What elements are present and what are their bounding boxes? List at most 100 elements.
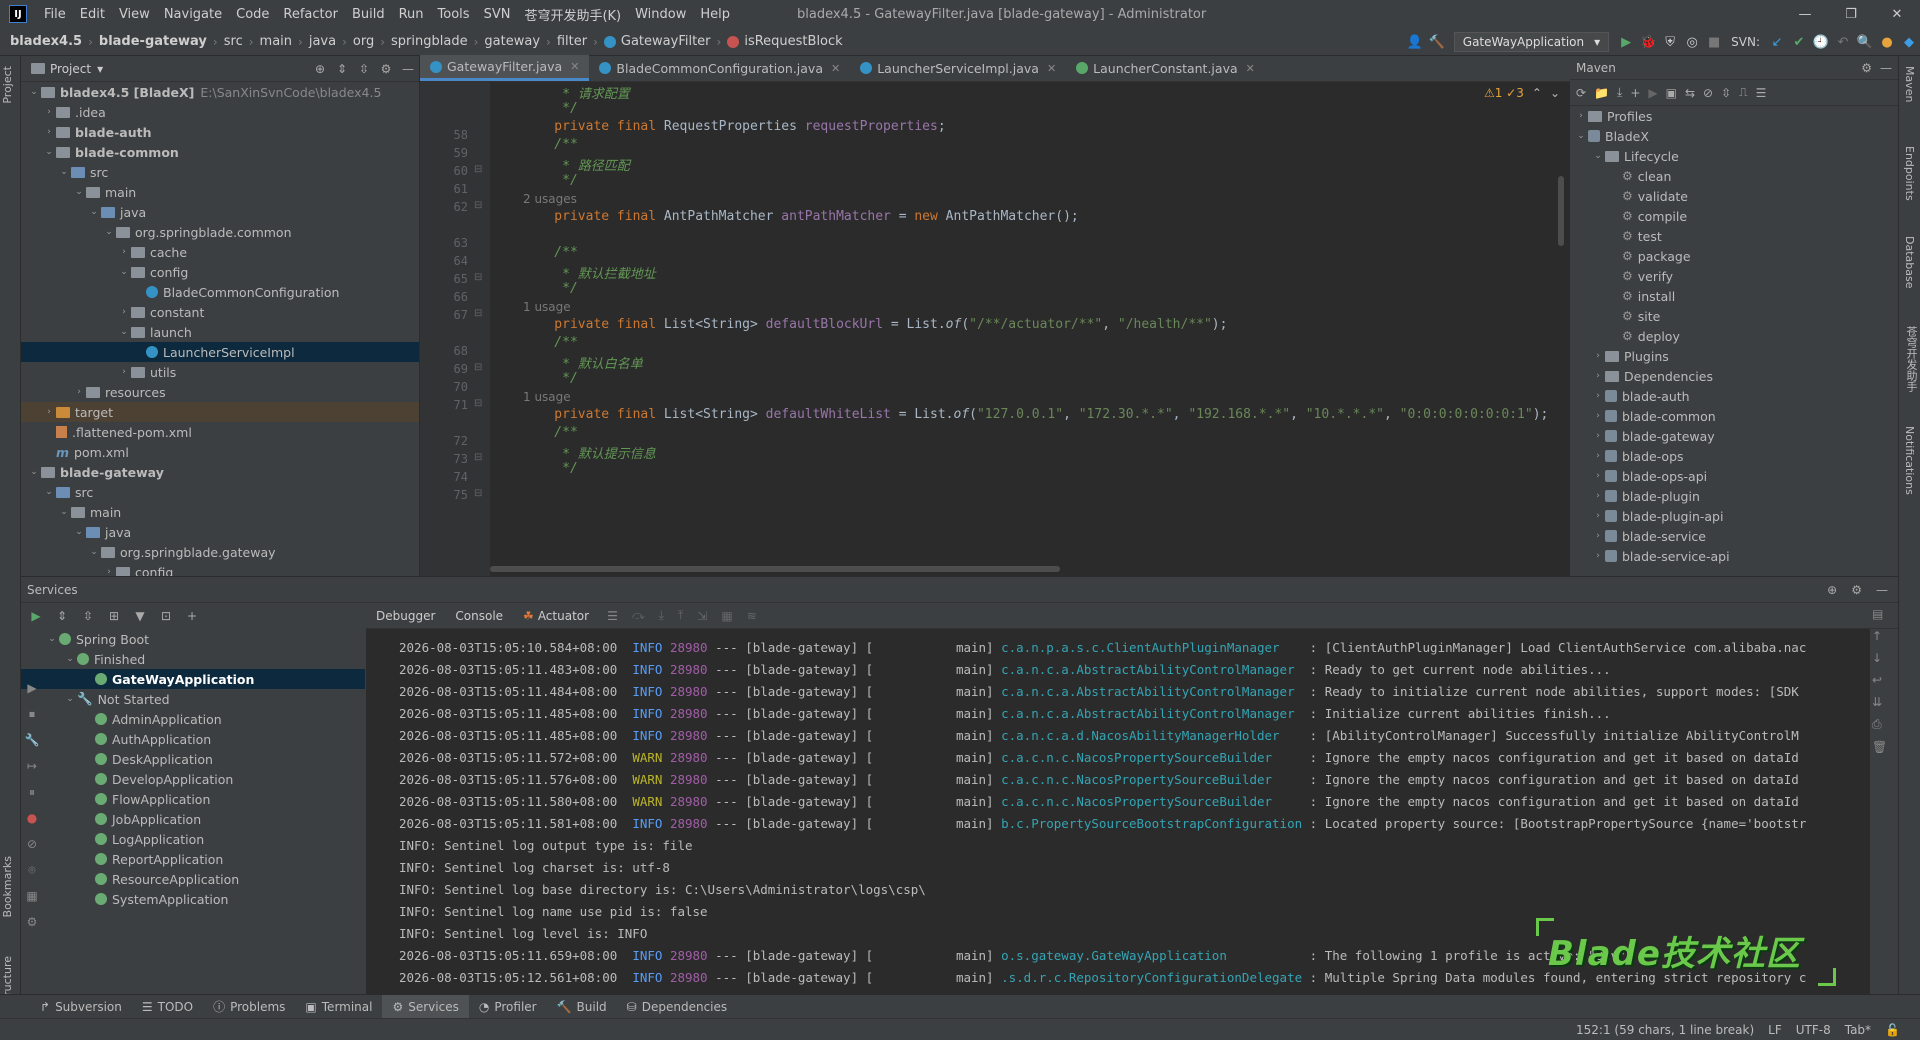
menu-item[interactable]: SVN xyxy=(477,7,518,22)
editor-tab[interactable]: LauncherConstant.java ✕ xyxy=(1066,55,1265,81)
layout-icon[interactable]: ▦ xyxy=(21,889,43,915)
maven-item[interactable]: › blade-ops xyxy=(1570,446,1898,466)
code-line[interactable]: */ xyxy=(523,371,578,386)
maven-item[interactable]: ⚙ validate xyxy=(1570,186,1898,206)
tree-item[interactable]: ⌄ java xyxy=(21,522,419,542)
menu-item[interactable]: Build xyxy=(345,7,392,22)
chevron-icon[interactable]: › xyxy=(1591,471,1605,481)
code-line[interactable]: */ xyxy=(523,461,578,476)
breadcrumb-item[interactable]: java xyxy=(309,34,336,49)
menu-item[interactable]: Navigate xyxy=(157,7,229,22)
tree-item[interactable]: › blade-auth xyxy=(21,122,419,142)
editor-tab[interactable]: GatewayFilter.java ✕ xyxy=(420,55,590,81)
breadcrumb-item[interactable]: filter xyxy=(557,34,587,49)
chevron-icon[interactable]: › xyxy=(42,407,56,417)
soft-wrap-icon[interactable]: ↩ xyxy=(1872,673,1892,687)
code-line[interactable]: * 路径匹配 xyxy=(523,155,630,174)
stop-icon[interactable]: ⏹ xyxy=(21,707,43,733)
update-icon[interactable]: ● xyxy=(1876,35,1898,50)
project-panel-title[interactable]: Project xyxy=(50,62,91,76)
add-icon[interactable]: + xyxy=(1630,86,1640,100)
maven-item[interactable]: › blade-service xyxy=(1570,526,1898,546)
close-icon[interactable]: ✕ xyxy=(1047,62,1056,75)
hide-icon[interactable]: — xyxy=(397,62,419,76)
chevron-icon[interactable]: ⌄ xyxy=(63,654,77,664)
locate-icon[interactable]: ⊕ xyxy=(309,62,331,76)
chevron-icon[interactable]: ⌄ xyxy=(117,267,131,277)
chevron-icon[interactable]: ⌄ xyxy=(42,147,56,157)
menu-item[interactable]: 苍穹开发助手(K) xyxy=(517,5,628,24)
bottom-tab[interactable]: ⓘ Problems xyxy=(203,995,295,1019)
step-into-icon[interactable]: ⤓ xyxy=(659,608,664,623)
service-item[interactable]: LogApplication xyxy=(21,829,365,849)
close-icon[interactable]: ✕ xyxy=(831,62,840,75)
download-icon[interactable]: ⤓ xyxy=(1617,85,1622,100)
tree-item[interactable]: › cache xyxy=(21,242,419,262)
skip-tests-icon[interactable]: ⊘ xyxy=(1703,86,1713,100)
chevron-icon[interactable]: › xyxy=(42,127,56,137)
usage-hint[interactable]: 2 usages xyxy=(523,192,577,206)
chevron-icon[interactable]: › xyxy=(1591,371,1605,381)
code-line[interactable]: /** xyxy=(523,137,578,152)
breakpoint-icon[interactable]: ● xyxy=(21,811,43,837)
code-line[interactable]: private final List<String> defaultWhiteL… xyxy=(523,407,1548,422)
service-item[interactable]: ⌄ Finished xyxy=(21,649,365,669)
chevron-icon[interactable]: › xyxy=(117,307,131,317)
tree-item[interactable]: › resources xyxy=(21,382,419,402)
menu-icon[interactable]: ☰ xyxy=(607,609,618,623)
tree-item[interactable]: › utils xyxy=(21,362,419,382)
history-icon[interactable]: 🕘 xyxy=(1810,35,1832,50)
chevron-icon[interactable]: › xyxy=(1591,451,1605,461)
chevron-icon[interactable]: ⌄ xyxy=(87,547,101,557)
print-icon[interactable]: ⎙ xyxy=(1872,717,1892,732)
chevron-icon[interactable]: ⌄ xyxy=(27,87,41,97)
usage-hint[interactable]: 1 usage xyxy=(523,390,571,404)
restore-icon[interactable]: ❐ xyxy=(1828,0,1874,28)
scroll-to-end-icon[interactable]: ⇊ xyxy=(1872,695,1892,709)
editor-tab[interactable]: LauncherServiceImpl.java ✕ xyxy=(850,55,1066,81)
maven-goal-icon[interactable]: ▣ xyxy=(1666,86,1677,100)
code-line[interactable]: * 默认白名单 xyxy=(523,353,643,372)
chevron-icon[interactable]: › xyxy=(1591,431,1605,441)
line-separator[interactable]: LF xyxy=(1768,1023,1782,1037)
service-item[interactable]: FlowApplication xyxy=(21,789,365,809)
maven-item[interactable]: ⌄ BladeX xyxy=(1570,126,1898,146)
rollback-icon[interactable]: ↶ xyxy=(1832,35,1854,50)
breadcrumb-item[interactable]: main xyxy=(260,34,292,49)
chevron-icon[interactable]: › xyxy=(1591,411,1605,421)
chevron-icon[interactable]: › xyxy=(42,107,56,117)
scroll-up-icon[interactable]: ↑ xyxy=(1872,629,1892,643)
maven-item[interactable]: › Dependencies xyxy=(1570,366,1898,386)
build-hammer-icon[interactable]: 🔨 xyxy=(1426,35,1448,50)
locate-icon[interactable]: ⊕ xyxy=(1827,583,1837,597)
cursor-position[interactable]: 152:1 (59 chars, 1 line break) xyxy=(1576,1023,1754,1037)
tree-item[interactable]: ⌄ blade-common xyxy=(21,142,419,162)
maven-item[interactable]: ⚙ site xyxy=(1570,306,1898,326)
tree-item[interactable]: ⌄ blade-gateway xyxy=(21,462,419,482)
maven-item[interactable]: ⚙ verify xyxy=(1570,266,1898,286)
breadcrumb-item[interactable]: GatewayFilter xyxy=(621,34,711,49)
user-icon[interactable]: 👤 xyxy=(1404,35,1426,50)
chevron-icon[interactable]: ⌄ xyxy=(57,507,71,517)
wrench-icon[interactable]: 🔧 xyxy=(21,733,43,759)
maven-item[interactable]: › blade-ops-api xyxy=(1570,466,1898,486)
tree-item[interactable]: ⌄ launch xyxy=(21,322,419,342)
add-folder-icon[interactable]: 📁 xyxy=(1594,86,1609,100)
chevron-icon[interactable]: ⌄ xyxy=(27,467,41,477)
chevron-icon[interactable]: › xyxy=(1591,491,1605,501)
editor-tab[interactable]: BladeCommonConfiguration.java ✕ xyxy=(589,55,850,81)
side-tab-project[interactable]: Project xyxy=(1,66,14,104)
editor-v-scrollbar[interactable] xyxy=(1558,176,1564,246)
debug-icon[interactable]: 🐞 xyxy=(1637,35,1659,50)
maven-item[interactable]: ⚙ test xyxy=(1570,226,1898,246)
svn-commit-icon[interactable]: ✔ xyxy=(1788,35,1810,50)
code-line[interactable]: private final List<String> defaultBlockU… xyxy=(523,317,1227,332)
indent-setting[interactable]: Tab* xyxy=(1845,1023,1871,1037)
reload-icon[interactable]: ⟳ xyxy=(1576,86,1586,100)
search-icon[interactable]: 🔍 xyxy=(1854,35,1876,50)
maven-item[interactable]: › blade-plugin-api xyxy=(1570,506,1898,526)
chevron-icon[interactable]: › xyxy=(1574,111,1588,121)
service-item[interactable]: SystemApplication xyxy=(21,889,365,909)
breadcrumb-item[interactable]: springblade xyxy=(391,34,468,49)
menu-item[interactable]: Tools xyxy=(431,7,477,22)
